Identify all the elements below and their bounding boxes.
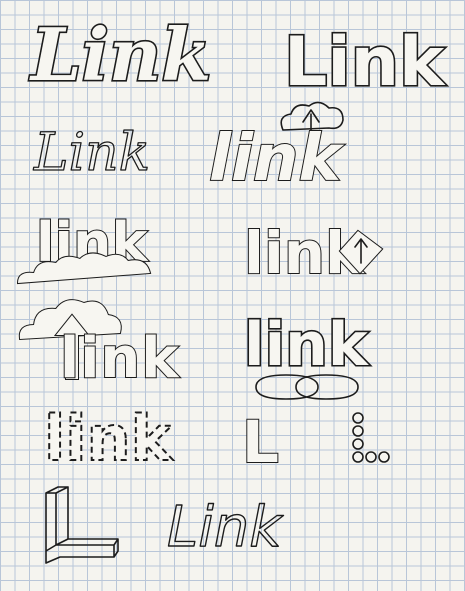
sketch-thin-script-link: Link [32, 112, 150, 183]
sketch-cloud-arrow-link: link [205, 92, 355, 197]
sketch-block-link: Link [280, 15, 455, 103]
sketch-block-L-link: Link [165, 478, 315, 560]
sketch-text: link [209, 122, 344, 196]
3d-l-shape [45, 486, 119, 564]
dot-icon [352, 451, 364, 463]
sketch-3d-l-mark [40, 485, 125, 570]
sketch-script-link: Link [25, 8, 212, 98]
sketch-l-dots-mark: L [240, 407, 410, 477]
sketch-chain-link: link [240, 303, 380, 403]
sketch-dashed-link: link [40, 398, 175, 476]
sketch-text: link [60, 326, 180, 391]
sketch-text: Link [29, 12, 211, 97]
dot-icon [352, 425, 364, 437]
sketch-text: link [44, 402, 174, 475]
sketch-text: L [242, 408, 279, 476]
sketch-cloud-base-link: link [14, 205, 162, 290]
dot-icon [365, 451, 377, 463]
sketch-cloud-up-arrow-link: link [14, 295, 184, 392]
dot-icon [378, 451, 390, 463]
sketch-diamond-arrow-link: link [240, 205, 390, 288]
sketch-text: link [244, 310, 370, 380]
sketch-text: Link [167, 495, 284, 560]
dot-icon [352, 438, 364, 450]
sketch-text: Link [284, 23, 446, 102]
dot-icon [352, 412, 364, 424]
graph-paper-sheet: Link Link Link link link link link link … [0, 0, 465, 591]
sketch-text: Link [33, 123, 150, 183]
